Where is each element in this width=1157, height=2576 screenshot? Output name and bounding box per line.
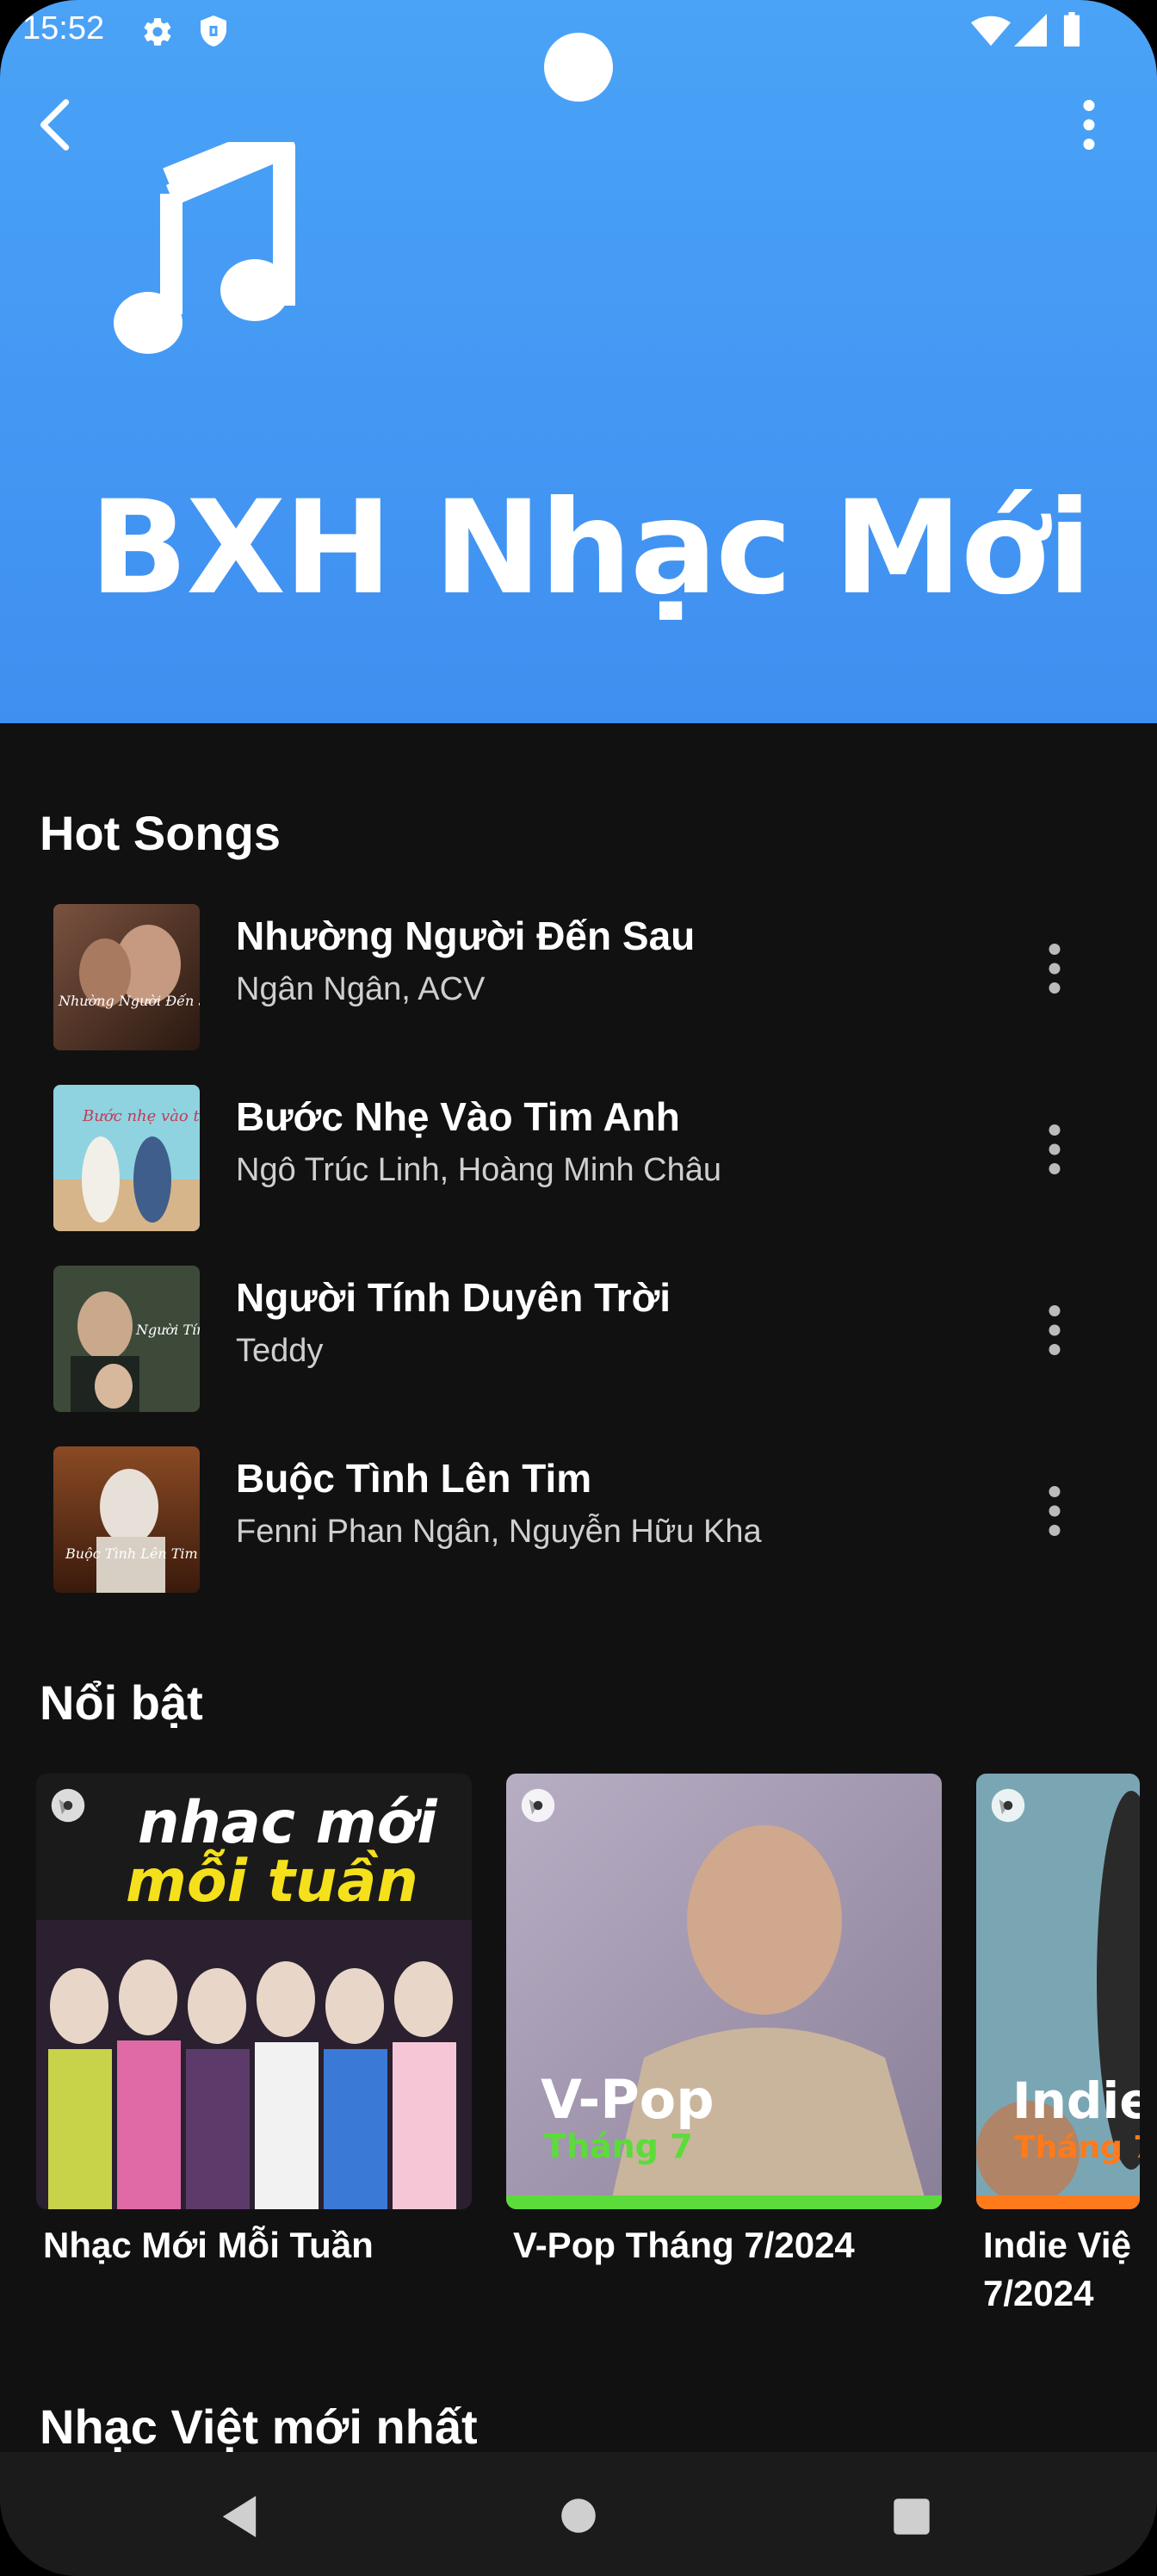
artwork-text: Indie xyxy=(1012,2071,1140,2130)
song-menu-icon[interactable] xyxy=(1033,938,1076,999)
playlist-artwork: nhac mới mỗi tuần xyxy=(36,1774,472,2209)
playlist-artwork: Indie Tháng 7 xyxy=(976,1774,1140,2209)
song-artist: Teddy xyxy=(236,1333,324,1369)
artwork-text: Nhường Người Đến Sau xyxy=(58,993,200,1009)
song-artist: Fenni Phan Ngân, Nguyễn Hữu Kha xyxy=(236,1514,762,1550)
artwork-text: V-Pop xyxy=(541,2068,715,2131)
wifi-icon xyxy=(971,15,1011,46)
disc-icon xyxy=(991,1788,1025,1823)
artwork-text: Buộc Tình Lên Tim xyxy=(65,1545,198,1562)
featured-heading: Nổi bật xyxy=(40,1675,203,1730)
music-note-icon xyxy=(114,142,295,354)
song-artwork: Bước nhẹ vào tim anh xyxy=(53,1085,200,1231)
song-artwork: Nhường Người Đến Sau xyxy=(53,904,200,1050)
battery-icon xyxy=(1063,12,1080,46)
song-row[interactable]: Buộc Tình Lên Tim Buộc Tình Lên Tim Fenn… xyxy=(0,1429,1157,1593)
song-artist: Ngân Ngân, ACV xyxy=(236,971,486,1007)
disc-icon xyxy=(51,1788,85,1823)
song-title: Buộc Tình Lên Tim xyxy=(236,1456,592,1501)
song-title: Nhường Người Đến Sau xyxy=(236,913,696,958)
song-row[interactable]: Nhường Người Đến Sau Nhường Người Đến Sa… xyxy=(0,887,1157,1050)
artwork-text: Tháng 7 xyxy=(544,2127,693,2165)
camera-cutout xyxy=(544,33,613,102)
song-menu-icon[interactable] xyxy=(1033,1481,1076,1541)
song-row[interactable]: Người Tính Duyên Trời Người Tính Duyên T… xyxy=(0,1248,1157,1412)
status-time: 15:52 xyxy=(22,10,105,46)
playlist-artwork: V-Pop Tháng 7 xyxy=(506,1774,942,2209)
artwork-text: Bước nhẹ vào tim anh xyxy=(82,1107,200,1125)
song-artwork: Người Tính Duyên Trời xyxy=(53,1266,200,1412)
phone-screen: 15:52 BXH Nhạc Mới Hot Songs Nhường Ngườ… xyxy=(0,0,1157,2576)
artwork-text: Tháng 7 xyxy=(1014,2130,1140,2165)
playlist-caption: Nhạc Mới Mỗi Tuần xyxy=(43,2225,374,2265)
latest-heading: Nhạc Việt mới nhất xyxy=(40,2400,478,2454)
playlist-caption: Indie Việ 7/2024 xyxy=(983,2221,1147,2318)
artwork-text: Người Tính Duyên Trời xyxy=(135,1322,200,1338)
gear-icon xyxy=(144,18,171,46)
playlist-header: 15:52 BXH Nhạc Mới xyxy=(0,0,1157,723)
song-menu-icon[interactable] xyxy=(1033,1119,1076,1180)
song-row[interactable]: Bước nhẹ vào tim anh Bước Nhẹ Vào Tim An… xyxy=(0,1068,1157,1231)
song-title: Bước Nhẹ Vào Tim Anh xyxy=(236,1094,680,1139)
song-artwork: Buộc Tình Lên Tim xyxy=(53,1446,200,1593)
playlist-caption-line1: Indie Việ xyxy=(983,2225,1131,2265)
disc-icon xyxy=(521,1788,555,1823)
playlist-caption-line2: 7/2024 xyxy=(983,2273,1094,2313)
more-options-icon[interactable] xyxy=(1067,95,1111,155)
back-button[interactable] xyxy=(26,95,86,155)
playlist-title: BXH Nhạc Mới xyxy=(90,474,1092,623)
song-artist: Ngô Trúc Linh, Hoàng Minh Châu xyxy=(236,1152,721,1188)
hot-songs-heading: Hot Songs xyxy=(40,806,281,860)
artwork-text: mỗi tuần xyxy=(126,1848,418,1916)
signal-icon xyxy=(1014,14,1047,46)
song-title: Người Tính Duyên Trời xyxy=(236,1275,671,1320)
recents-nav-icon[interactable] xyxy=(892,2497,931,2536)
system-nav-bar xyxy=(0,2452,1157,2576)
back-nav-icon[interactable] xyxy=(219,2493,260,2540)
song-menu-icon[interactable] xyxy=(1033,1300,1076,1360)
home-nav-icon[interactable] xyxy=(560,2497,597,2535)
playlist-caption: V-Pop Tháng 7/2024 xyxy=(513,2225,855,2265)
shield-icon xyxy=(201,15,226,46)
